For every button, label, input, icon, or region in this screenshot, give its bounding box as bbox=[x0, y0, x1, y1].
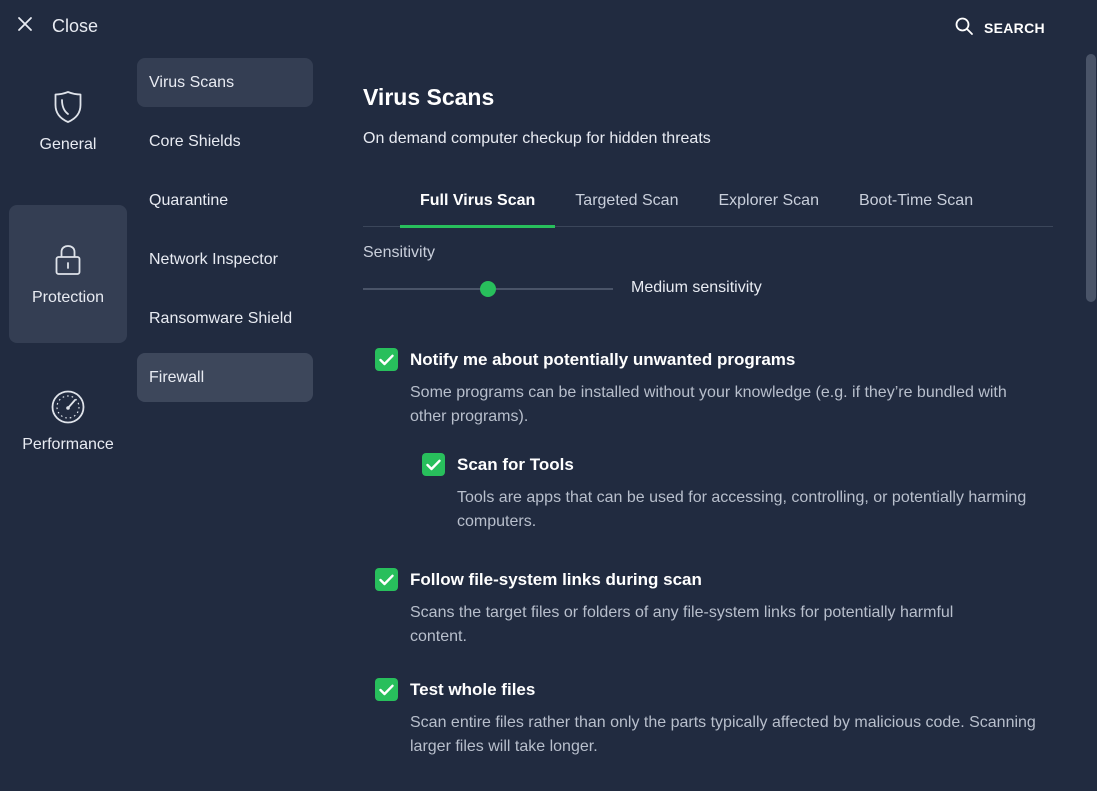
shield-icon bbox=[52, 88, 84, 126]
submenu-item-quarantine[interactable]: Quarantine bbox=[137, 176, 313, 225]
checkbox-checked[interactable] bbox=[375, 678, 398, 701]
submenu-item-network-inspector[interactable]: Network Inspector bbox=[137, 235, 313, 284]
tab-boot-time-scan[interactable]: Boot-Time Scan bbox=[839, 180, 993, 227]
protection-submenu: Virus Scans Core Shields Quarantine Netw… bbox=[137, 58, 313, 412]
slider-knob[interactable] bbox=[480, 281, 496, 297]
rail-item-general[interactable]: General bbox=[9, 70, 127, 208]
submenu-item-virus-scans[interactable]: Virus Scans bbox=[137, 58, 313, 107]
option-toggle[interactable]: Scan for Tools bbox=[422, 453, 1047, 476]
scan-tabs: Full Virus Scan Targeted Scan Explorer S… bbox=[363, 180, 1053, 228]
option-description: Tools are apps that can be used for acce… bbox=[457, 489, 1027, 530]
page-subtitle: On demand computer checkup for hidden th… bbox=[363, 130, 711, 147]
rail-item-label: General bbox=[39, 136, 97, 153]
rail-item-label: Performance bbox=[22, 436, 114, 453]
option-pup-notify: Notify me about potentially unwanted pro… bbox=[375, 348, 1040, 429]
checkmark-icon bbox=[379, 684, 394, 695]
option-description: Scans the target files or folders of any… bbox=[410, 604, 954, 645]
page-title: Virus Scans bbox=[363, 84, 495, 110]
rail-item-protection[interactable]: Protection bbox=[9, 205, 127, 343]
rail-item-label: Protection bbox=[31, 289, 105, 306]
sensitivity-value: Medium sensitivity bbox=[631, 279, 762, 296]
submenu-item-core-shields[interactable]: Core Shields bbox=[137, 117, 313, 166]
option-toggle[interactable]: Test whole files bbox=[375, 678, 1040, 701]
submenu-item-ransomware-shield[interactable]: Ransomware Shield bbox=[137, 294, 313, 343]
option-test-whole-files: Test whole files Scan entire files rathe… bbox=[375, 678, 1040, 759]
main-header: Virus Scans On demand computer checkup f… bbox=[363, 80, 1053, 148]
tab-targeted-scan[interactable]: Targeted Scan bbox=[555, 180, 698, 227]
option-title: Scan for Tools bbox=[457, 454, 574, 474]
option-toggle[interactable]: Notify me about potentially unwanted pro… bbox=[375, 348, 1040, 371]
lock-icon bbox=[53, 241, 83, 279]
sensitivity-slider[interactable] bbox=[363, 280, 613, 298]
checkbox-checked[interactable] bbox=[375, 568, 398, 591]
option-title: Notify me about potentially unwanted pro… bbox=[410, 349, 796, 369]
tab-full-virus-scan[interactable]: Full Virus Scan bbox=[400, 180, 556, 228]
checkbox-checked[interactable] bbox=[422, 453, 445, 476]
speedometer-icon bbox=[50, 388, 86, 426]
checkmark-icon bbox=[426, 459, 441, 470]
checkbox-checked[interactable] bbox=[375, 348, 398, 371]
search-icon bbox=[954, 16, 974, 41]
option-description: Scan entire files rather than only the p… bbox=[410, 714, 1036, 755]
option-toggle[interactable]: Follow file-system links during scan bbox=[375, 568, 1010, 591]
category-rail: General Protection Performance bbox=[0, 0, 136, 791]
sensitivity-label: Sensitivity bbox=[363, 244, 436, 261]
tab-explorer-scan[interactable]: Explorer Scan bbox=[698, 180, 839, 227]
option-scan-tools: Scan for Tools Tools are apps that can b… bbox=[422, 453, 1047, 534]
rail-item-performance[interactable]: Performance bbox=[9, 370, 127, 508]
search-label: SEARCH bbox=[984, 20, 1045, 36]
option-title: Test whole files bbox=[410, 679, 536, 699]
option-follow-links: Follow file-system links during scan Sca… bbox=[375, 568, 1010, 649]
checkmark-icon bbox=[379, 574, 394, 585]
search-button[interactable]: SEARCH bbox=[954, 16, 1045, 40]
scrollbar-thumb[interactable] bbox=[1086, 54, 1096, 302]
submenu-item-firewall[interactable]: Firewall bbox=[137, 353, 313, 402]
checkmark-icon bbox=[379, 354, 394, 365]
option-title: Follow file-system links during scan bbox=[410, 569, 702, 589]
option-description: Some programs can be installed without y… bbox=[410, 384, 1007, 425]
scrollbar[interactable] bbox=[1085, 54, 1097, 791]
